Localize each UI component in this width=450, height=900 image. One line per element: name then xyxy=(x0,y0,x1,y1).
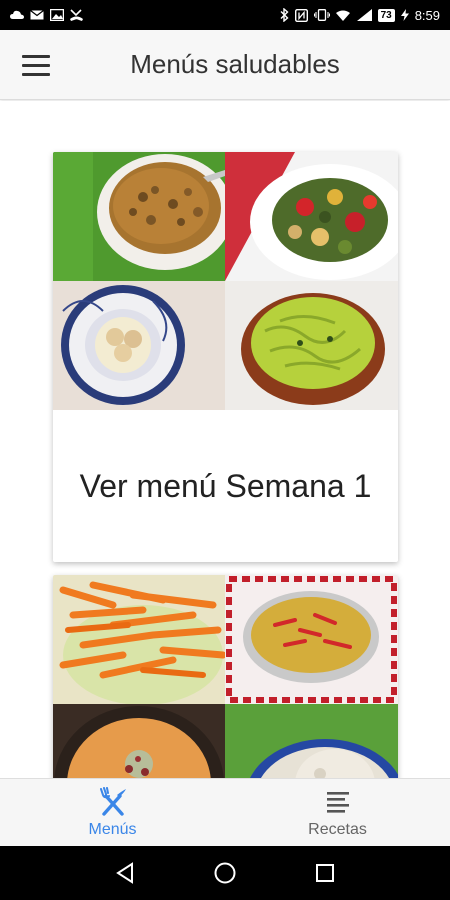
fork-knife-icon xyxy=(99,786,126,816)
carrot-salad-photo xyxy=(53,575,225,704)
list-lines-icon xyxy=(326,791,349,813)
nav-label: Recetas xyxy=(308,820,367,838)
vibrate-icon xyxy=(313,9,330,21)
menu-line xyxy=(22,54,50,58)
system-navigation xyxy=(0,846,450,900)
nfc-icon xyxy=(294,8,308,22)
noodles-bowl-photo xyxy=(225,281,398,410)
nav-label: Menús xyxy=(88,820,137,838)
nav-menus[interactable]: Menús xyxy=(0,779,225,846)
card-label: Ver menú Semana 1 xyxy=(79,468,372,504)
scallops-plate-photo xyxy=(53,281,225,410)
lentil-stew-photo xyxy=(53,152,225,281)
paella-dish-photo xyxy=(225,575,398,704)
status-bar: 73 8:59 xyxy=(0,0,450,30)
wifi-icon xyxy=(335,10,350,21)
status-bar-right: 73 8:59 xyxy=(280,8,440,23)
battery-icon: 73 xyxy=(377,8,395,22)
menu-photo-grid xyxy=(53,575,398,778)
page-title: Menús saludables xyxy=(130,49,340,79)
signal-icon xyxy=(356,9,372,21)
app-screen: 73 8:59 Menús saludables Ver menú Semana… xyxy=(0,0,450,900)
menu-photo-grid xyxy=(53,152,398,410)
menu-card-week-2[interactable] xyxy=(53,575,398,778)
back-icon[interactable] xyxy=(110,858,140,888)
recents-icon[interactable] xyxy=(310,858,340,888)
image-icon xyxy=(50,9,64,21)
status-time: 8:59 xyxy=(414,7,440,23)
menu-line xyxy=(22,63,50,67)
bluetooth-icon xyxy=(280,8,289,22)
charging-icon xyxy=(400,9,409,21)
cloud-icon xyxy=(10,10,24,19)
ratatouille-photo xyxy=(225,152,398,281)
menu-card-week-1[interactable]: Ver menú Semana 1 xyxy=(53,152,398,562)
nav-recetas[interactable]: Recetas xyxy=(225,779,450,846)
mail-icon xyxy=(30,10,44,20)
app-bar: Menús saludables xyxy=(0,30,450,100)
status-bar-left xyxy=(10,9,83,21)
stuffed-food-photo xyxy=(225,704,398,778)
home-icon[interactable] xyxy=(210,858,240,888)
cream-soup-photo xyxy=(53,704,225,778)
bottom-navigation: Menús Recetas xyxy=(0,778,450,846)
hamburger-menu-icon[interactable] xyxy=(16,49,56,81)
missed-call-icon xyxy=(70,9,83,21)
menu-line xyxy=(22,72,50,76)
menu-list[interactable]: Ver menú Semana 1 xyxy=(0,101,450,778)
